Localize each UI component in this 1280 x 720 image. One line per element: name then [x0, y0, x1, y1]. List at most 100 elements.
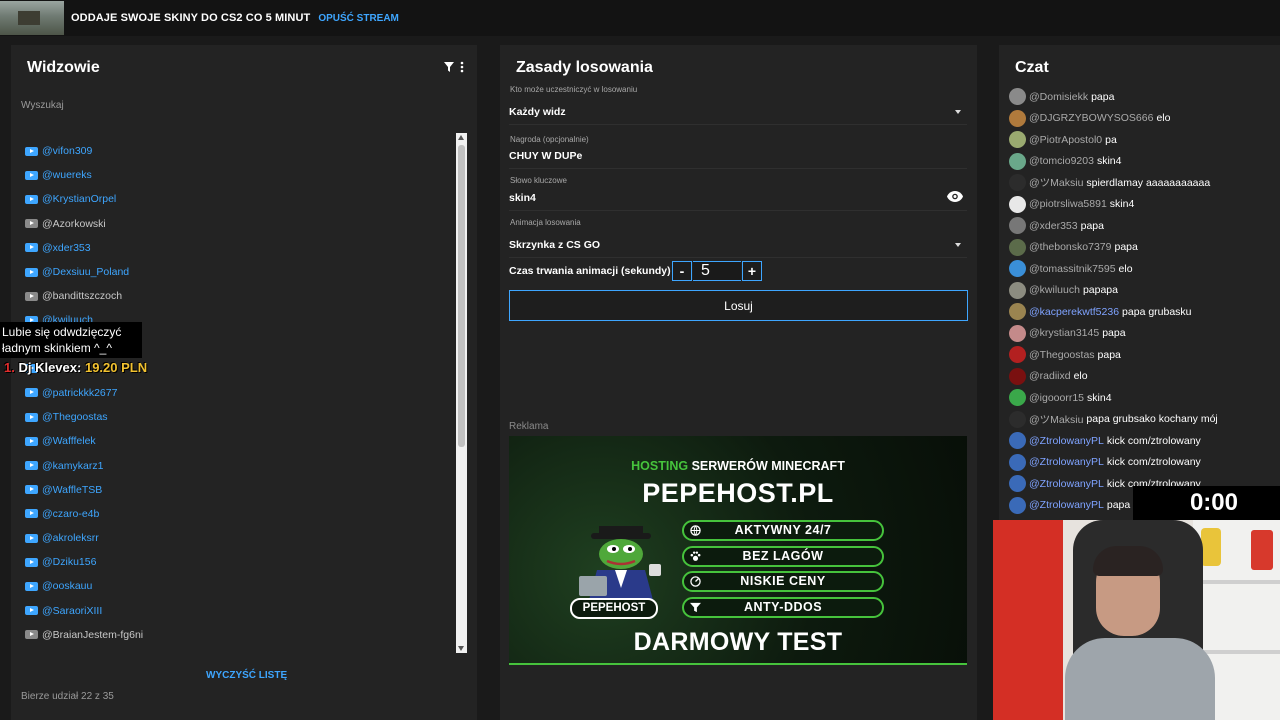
chat-username[interactable]: @Thegoostas [1029, 349, 1095, 361]
avatar[interactable] [1009, 260, 1026, 278]
avatar[interactable] [1009, 217, 1026, 235]
chat-message: @ZtrolowanyPL kick com/ztrolowany [1009, 430, 1280, 452]
viewer-item[interactable]: @Wafffelek [25, 429, 445, 453]
avatar[interactable] [1009, 410, 1026, 428]
viewer-name: @ooskauu [42, 580, 93, 593]
scroll-thumb[interactable] [458, 145, 465, 447]
chat-text: skin4 [1109, 198, 1135, 211]
ad-cta: DARMOWY TEST [633, 628, 843, 656]
chat-username[interactable]: @piotrsliwa5891 [1029, 198, 1107, 210]
keyword-value: skin4 [509, 192, 536, 204]
chat-username[interactable]: @ZtrolowanyPL [1029, 456, 1104, 468]
chat-username[interactable]: @PiotrApostol0 [1029, 134, 1102, 146]
leave-stream-link[interactable]: OPUŚĆ STREAM [318, 13, 399, 24]
chat-username[interactable]: @tomcio9203 [1029, 155, 1094, 167]
viewer-item[interactable]: @xder353 [25, 236, 445, 260]
viewer-name: @vifon309 [42, 145, 93, 158]
chat-username[interactable]: @ツMaksiu [1029, 175, 1083, 190]
chat-username[interactable]: @xder353 [1029, 220, 1078, 232]
viewer-item[interactable]: @wuereks [25, 163, 445, 187]
chat-username[interactable]: @ZtrolowanyPL [1029, 435, 1104, 447]
viewer-item[interactable]: @akroleksrr [25, 526, 445, 550]
duration-increment-button[interactable]: + [742, 261, 762, 281]
viewer-name: @akroleksrr [42, 532, 99, 545]
chat-username[interactable]: @DJGRZYBOWYSOS666 [1029, 112, 1153, 124]
chat-message: @kwiluuch papapa [1009, 280, 1280, 302]
paw-icon [690, 551, 701, 561]
viewer-name: @xder353 [42, 241, 91, 254]
chat-username[interactable]: @ツMaksiu [1029, 412, 1083, 427]
avatar[interactable] [1009, 475, 1026, 493]
avatar[interactable] [1009, 88, 1026, 106]
ad-domain: PEPEHOST.PL [642, 478, 834, 508]
chat-username[interactable]: @ZtrolowanyPL [1029, 478, 1104, 490]
chat-username[interactable]: @igooorr15 [1029, 392, 1084, 404]
avatar[interactable] [1009, 152, 1026, 170]
viewer-item[interactable]: @BraianJestem-fg6ni [25, 623, 445, 647]
filter-icon[interactable] [444, 62, 454, 72]
avatar[interactable] [1009, 453, 1026, 471]
ad-banner[interactable]: HOSTING SERWERÓW MINECRAFT PEPEHOST.PL A… [509, 436, 967, 665]
chat-username[interactable]: @kacperekwtf5236 [1029, 306, 1119, 318]
viewer-item[interactable]: @vifon309 [25, 139, 445, 163]
duration-input[interactable]: 5 [693, 261, 741, 281]
clear-list-button[interactable]: WYCZYŚĆ LISTĘ [206, 670, 287, 681]
viewers-panel: Widzowie Wyszukaj @vifon309 @wuereks @Krys… [11, 45, 477, 720]
viewers-scrollbar[interactable] [456, 133, 467, 653]
search-input[interactable]: Wyszukaj [21, 100, 64, 111]
ad-feature: AKTYWNY 24/7 [682, 520, 884, 541]
avatar[interactable] [1009, 324, 1026, 342]
duration-decrement-button[interactable]: - [672, 261, 692, 281]
prize-input[interactable]: CHUY W DUPe [509, 150, 967, 169]
keyword-label: Słowo kluczowe [510, 176, 567, 185]
draw-button[interactable]: Losuj [509, 290, 968, 321]
stream-thumbnail[interactable] [0, 1, 64, 35]
viewer-item[interactable]: @kamykarz1 [25, 453, 445, 477]
animation-select[interactable]: Skrzynka z CS GO [509, 239, 967, 258]
avatar[interactable] [1009, 109, 1026, 127]
avatar[interactable] [1009, 174, 1026, 192]
youtube-icon [25, 581, 38, 591]
viewer-item[interactable]: @WaffleTSB [25, 478, 445, 502]
eye-icon[interactable] [947, 191, 963, 202]
chat-message: @thebonsko7379 papa [1009, 237, 1280, 259]
avatar[interactable] [1009, 195, 1026, 213]
viewer-item[interactable]: @SaraoriXIII [25, 599, 445, 623]
scroll-down-arrow-icon[interactable] [458, 646, 464, 651]
chat-username[interactable]: @tomassitnik7595 [1029, 263, 1116, 275]
avatar[interactable] [1009, 432, 1026, 450]
rules-panel: Zasady losowania Kto może uczestniczyć w… [500, 45, 977, 720]
viewer-item[interactable]: @ooskauu [25, 574, 445, 598]
chat-message: @tomassitnik7595 elo [1009, 258, 1280, 280]
chat-username[interactable]: @thebonsko7379 [1029, 241, 1111, 253]
chat-messages: @Domisiekk papa @DJGRZYBOWYSOS666 elo @Piotr… [1009, 86, 1280, 516]
viewer-item[interactable]: @KrystianOrpel [25, 187, 445, 211]
viewer-item[interactable]: @Dexsiuu_Poland [25, 260, 445, 284]
keyword-input[interactable]: skin4 [509, 191, 967, 211]
who-label: Kto może uczestniczyć w losowaniu [510, 85, 638, 94]
chat-username[interactable]: @radiixd [1029, 370, 1071, 382]
avatar[interactable] [1009, 496, 1026, 514]
chat-username[interactable]: @krystian3145 [1029, 327, 1099, 339]
duration-stepper: - 5 + [672, 261, 762, 281]
chat-username[interactable]: @kwiluuch [1029, 284, 1080, 296]
scroll-up-arrow-icon[interactable] [458, 135, 464, 140]
viewer-item[interactable]: @bandittszczoch [25, 284, 445, 308]
viewer-item[interactable]: @Dziku156 [25, 550, 445, 574]
avatar[interactable] [1009, 346, 1026, 364]
chat-username[interactable]: @ZtrolowanyPL [1029, 499, 1104, 511]
avatar[interactable] [1009, 367, 1026, 385]
viewer-name: @SaraoriXIII [42, 604, 103, 617]
viewer-item[interactable]: @czaro-e4b [25, 502, 445, 526]
viewer-item[interactable]: @Azorkowski [25, 212, 445, 236]
avatar[interactable] [1009, 303, 1026, 321]
viewer-item[interactable]: @Thegoostas [25, 405, 445, 429]
more-vert-icon[interactable] [460, 61, 464, 73]
chat-username[interactable]: @Domisiekk [1029, 91, 1088, 103]
avatar[interactable] [1009, 389, 1026, 407]
who-select[interactable]: Każdy widz [509, 106, 967, 125]
avatar[interactable] [1009, 238, 1026, 256]
avatar[interactable] [1009, 281, 1026, 299]
avatar[interactable] [1009, 131, 1026, 149]
viewer-item[interactable]: @patrickkk2677 [25, 381, 445, 405]
